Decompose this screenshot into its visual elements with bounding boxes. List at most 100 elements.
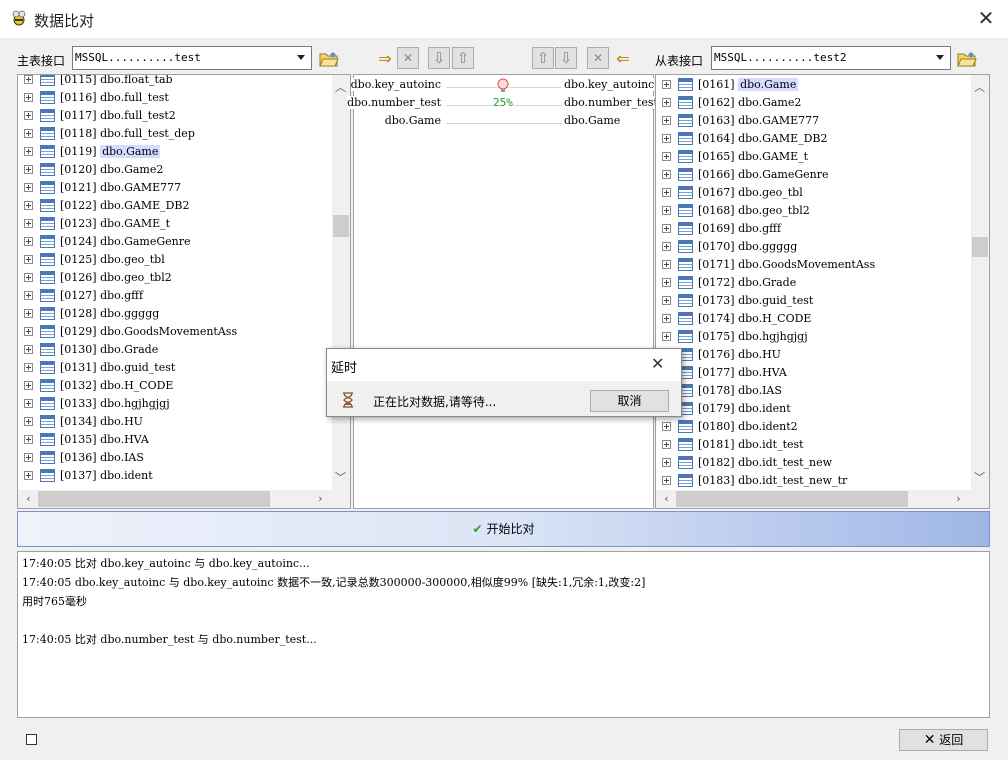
compare-pair-list[interactable]: dbo.key_autoinc dbo.key_autoinc dbo.number… [347,74,658,509]
open-folder-icon[interactable] [957,51,977,67]
scroll-right-icon[interactable]: › [950,492,967,505]
expand-icon[interactable] [662,332,671,341]
table-row-label: [0124] dbo.GameGenre [60,235,191,248]
expand-icon[interactable] [24,237,33,246]
expand-icon[interactable] [662,170,671,179]
slave-move-up-button[interactable]: ⇧ [532,47,554,69]
expand-icon[interactable] [24,399,33,408]
table-icon [40,379,55,392]
expand-icon[interactable] [662,260,671,269]
expand-icon[interactable] [24,219,33,228]
remove-pair-button[interactable]: ⇐ [612,48,634,70]
start-compare-button[interactable]: ✔ 开始比对 [17,511,990,547]
expand-icon[interactable] [24,93,33,102]
expand-icon[interactable] [662,440,671,449]
pair-left-table[interactable]: dbo.key_autoinc [350,78,443,91]
hourglass-icon [343,392,353,408]
expand-icon[interactable] [662,242,671,251]
slave-delete-button[interactable]: ✕ [587,47,609,69]
expand-icon[interactable] [662,476,671,485]
expand-icon[interactable] [24,363,33,372]
expand-icon[interactable] [662,152,671,161]
slave-horizontal-scrollbar[interactable]: ‹ › [656,490,989,508]
scroll-left-icon[interactable]: ‹ [20,492,37,505]
scroll-thumb[interactable] [676,491,908,507]
expand-icon[interactable] [662,224,671,233]
table-icon [40,127,55,140]
expand-icon[interactable] [24,165,33,174]
table-icon [40,91,55,104]
expand-icon[interactable] [24,291,33,300]
pair-left-table[interactable]: dbo.number_test [347,96,443,109]
pair-right-table[interactable]: dbo.Game [563,114,621,127]
dialog-cancel-button[interactable]: 取消 [590,390,669,412]
expand-icon[interactable] [662,458,671,467]
pair-left-table[interactable]: dbo.Game [384,114,443,127]
table-icon [678,294,693,307]
expand-icon[interactable] [662,80,671,89]
table-row-label: [0127] dbo.gfff [60,289,144,302]
scroll-thumb[interactable] [38,491,270,507]
expand-icon[interactable] [24,129,33,138]
scroll-thumb[interactable] [972,237,988,257]
slave-interface-select[interactable]: MSSQL..........test2 [711,46,951,70]
expand-icon[interactable] [24,327,33,336]
add-pair-button[interactable]: ⇒ [374,48,396,70]
table-row-label: [0137] dbo.ident [60,469,153,482]
master-horizontal-scrollbar[interactable]: ‹ › [18,490,350,508]
expand-icon[interactable] [24,75,33,84]
expand-icon[interactable] [662,296,671,305]
expand-icon[interactable] [24,183,33,192]
expand-icon[interactable] [24,381,33,390]
scroll-up-icon[interactable]: ︿ [332,79,349,95]
expand-icon[interactable] [24,147,33,156]
option-checkbox[interactable] [26,734,37,745]
expand-icon[interactable] [24,255,33,264]
table-icon [40,163,55,176]
table-icon [678,222,693,235]
scroll-right-icon[interactable]: › [312,492,329,505]
scroll-down-icon[interactable]: ﹀ [971,469,988,485]
return-button[interactable]: ✕ 返回 [899,729,988,751]
pair-right-table[interactable]: dbo.number_test [563,96,658,109]
expand-icon[interactable] [24,309,33,318]
expand-icon[interactable] [24,201,33,210]
scroll-up-icon[interactable]: ︿ [971,79,988,95]
master-interface-select[interactable]: MSSQL..........test [72,46,312,70]
pair-right-table[interactable]: dbo.key_autoinc [563,78,655,91]
move-up-button[interactable]: ⇧ [452,47,474,69]
dialog-close-icon[interactable]: ✕ [651,354,664,373]
table-row-label: [0167] dbo.geo_tbl [698,186,803,199]
expand-icon[interactable] [24,453,33,462]
expand-icon[interactable] [662,278,671,287]
expand-icon[interactable] [24,471,33,480]
table-row-label: [0163] dbo.GAME777 [698,114,820,127]
move-down-button[interactable]: ⇩ [428,47,450,69]
expand-icon[interactable] [662,188,671,197]
expand-icon[interactable] [662,116,671,125]
pair-progress: 25% [493,96,513,109]
expand-icon[interactable] [24,345,33,354]
slave-move-down-button[interactable]: ⇩ [555,47,577,69]
master-table-tree[interactable]: [0115] dbo.float_tab [0116] dbo.full_test… [17,74,351,509]
slave-vertical-scrollbar[interactable]: ︿ ﹀ [971,75,989,490]
open-folder-icon[interactable] [319,51,339,67]
expand-icon[interactable] [662,206,671,215]
scroll-thumb[interactable] [333,215,349,237]
expand-icon[interactable] [24,273,33,282]
window-close-icon[interactable]: ✕ [976,8,996,28]
delete-pair-button[interactable]: ✕ [397,47,419,69]
expand-icon[interactable] [24,435,33,444]
master-vertical-scrollbar[interactable]: ︿ ﹀ [332,75,350,490]
table-row-label: [0119] dbo.Game [60,145,161,158]
expand-icon[interactable] [662,98,671,107]
expand-icon[interactable] [24,417,33,426]
expand-icon[interactable] [662,314,671,323]
slave-table-tree[interactable]: [0161] dbo.Game [0162] dbo.Game2 [0163] db… [655,74,990,509]
expand-icon[interactable] [662,422,671,431]
table-icon [678,168,693,181]
scroll-down-icon[interactable]: ﹀ [332,469,349,485]
expand-icon[interactable] [662,134,671,143]
expand-icon[interactable] [24,111,33,120]
scroll-left-icon[interactable]: ‹ [658,492,675,505]
